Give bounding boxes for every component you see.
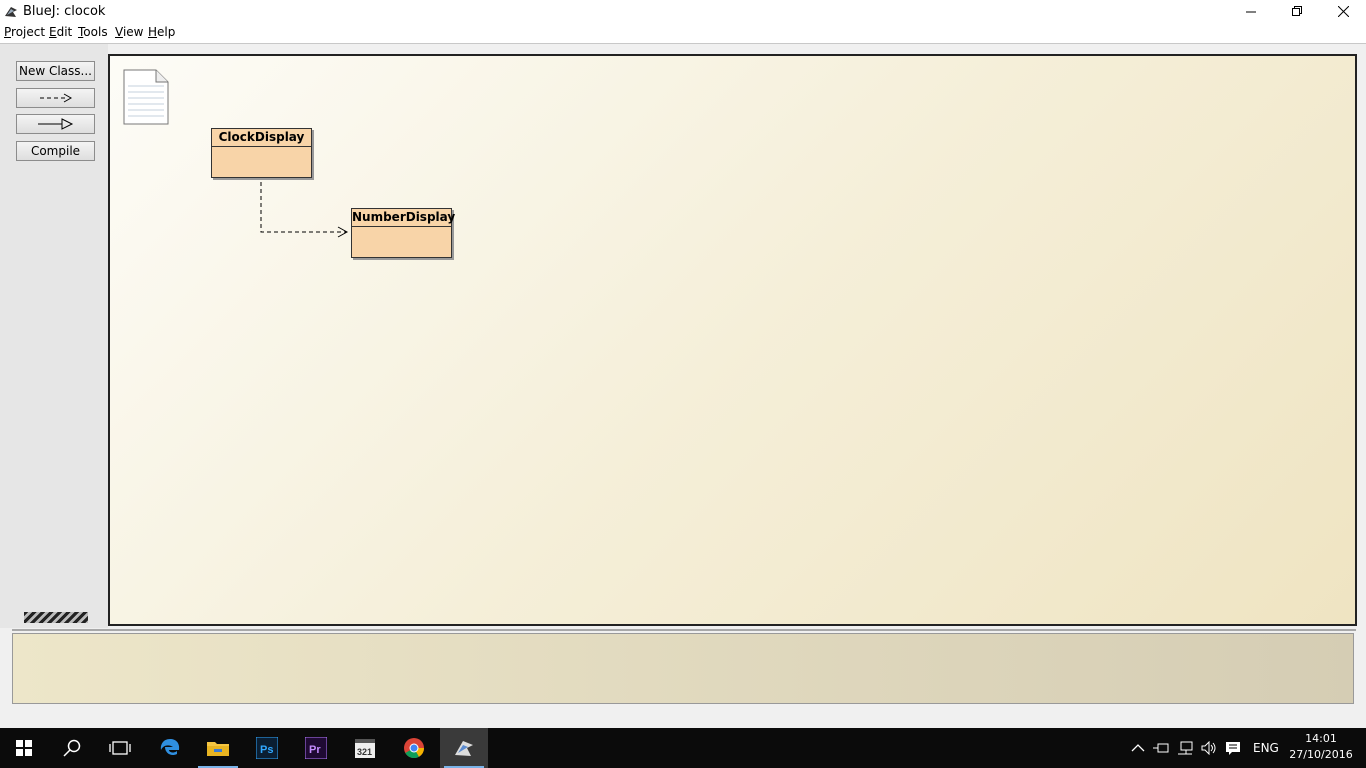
- close-icon: [1337, 6, 1349, 17]
- restore-button[interactable]: [1274, 0, 1320, 23]
- menu-edit[interactable]: Edit: [49, 25, 72, 39]
- file-explorer-icon: [207, 742, 229, 756]
- bluej-icon: [455, 741, 473, 756]
- network-icon[interactable]: [1177, 741, 1193, 755]
- search-button[interactable]: [48, 728, 96, 768]
- message-area: [12, 633, 1354, 704]
- svg-text:Pr: Pr: [309, 744, 321, 756]
- bluej-app-icon: [5, 7, 17, 17]
- start-icon: [16, 740, 32, 756]
- task-view-icon: [109, 741, 131, 755]
- left-toolbar: New Class... Compile: [0, 44, 108, 628]
- media-player-icon: 321: [355, 739, 375, 758]
- photoshop-icon: Ps: [256, 737, 278, 759]
- menu-project[interactable]: Project: [4, 25, 45, 39]
- minimize-icon: [1245, 11, 1256, 13]
- taskbar-file-explorer[interactable]: [194, 728, 242, 768]
- premiere-icon: Pr: [305, 737, 327, 759]
- class-diagram-canvas[interactable]: ClockDisplay NumberDisplay: [108, 54, 1357, 626]
- minimize-button[interactable]: [1228, 0, 1274, 23]
- inheritance-arrow-icon: [37, 118, 73, 130]
- new-class-button[interactable]: New Class...: [16, 61, 95, 81]
- close-button[interactable]: [1320, 0, 1366, 23]
- class-name: ClockDisplay: [212, 129, 311, 147]
- notifications-icon[interactable]: [1225, 741, 1241, 755]
- search-icon: [63, 739, 81, 757]
- chrome-icon: [404, 738, 425, 759]
- svg-text:321: 321: [357, 747, 372, 757]
- compile-button[interactable]: Compile: [16, 141, 95, 161]
- dashed-arrow-icon: [39, 93, 72, 103]
- volume-icon[interactable]: [1201, 741, 1217, 755]
- battery-plug-icon[interactable]: [1153, 741, 1169, 755]
- title-bar: BlueJ: clocok: [0, 0, 1366, 23]
- uses-arrow-button[interactable]: [16, 88, 95, 108]
- start-button[interactable]: [0, 728, 48, 768]
- inheritance-arrow-button[interactable]: [16, 114, 95, 134]
- menu-tools[interactable]: Tools: [78, 25, 108, 39]
- taskbar-chrome[interactable]: [390, 728, 438, 768]
- menu-help[interactable]: Help: [148, 25, 175, 39]
- restore-icon: [1291, 6, 1302, 16]
- splitter[interactable]: [12, 629, 1356, 631]
- class-box-clockdisplay[interactable]: ClockDisplay: [211, 128, 312, 178]
- clock-time: 14:01: [1305, 732, 1337, 745]
- system-tray: ENG: [1131, 728, 1279, 768]
- svg-text:Ps: Ps: [260, 744, 273, 756]
- menu-bar: Project Edit Tools View Help: [0, 23, 1366, 44]
- taskbar-clock[interactable]: 14:01 27/10/2016: [1286, 731, 1356, 763]
- language-indicator[interactable]: ENG: [1253, 741, 1279, 755]
- class-name: NumberDisplay: [352, 209, 455, 227]
- taskbar-premiere[interactable]: Pr: [292, 728, 340, 768]
- window-title: BlueJ: clocok: [23, 4, 106, 19]
- menu-view[interactable]: View: [115, 25, 143, 39]
- taskbar-media-player[interactable]: 321: [341, 728, 389, 768]
- taskbar-edge[interactable]: [146, 728, 194, 768]
- activity-indicator: [24, 612, 88, 623]
- chevron-up-icon[interactable]: [1131, 743, 1145, 753]
- class-box-numberdisplay[interactable]: NumberDisplay: [351, 208, 455, 258]
- task-view-button[interactable]: [96, 728, 144, 768]
- taskbar-bluej[interactable]: [440, 728, 488, 768]
- taskbar: Ps Pr 321 ENG 14:01 27/10/2016: [0, 728, 1366, 768]
- taskbar-photoshop[interactable]: Ps: [243, 728, 291, 768]
- edge-icon: [160, 739, 180, 756]
- clock-date: 27/10/2016: [1289, 748, 1353, 761]
